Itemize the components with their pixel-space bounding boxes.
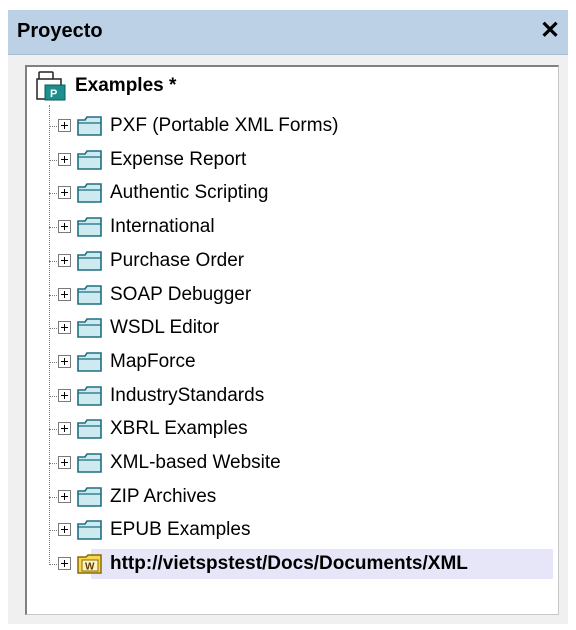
svg-text:P: P [50,88,57,100]
folder-icon [77,182,103,209]
tree-item[interactable]: SOAP Debugger [27,278,547,312]
webdav-folder-icon: W [77,553,103,580]
project-icon: P [35,71,69,106]
tree-item-label: IndustryStandards [110,384,265,406]
expand-plus-icon[interactable] [58,253,71,267]
folder-icon [77,452,103,479]
expand-plus-icon[interactable] [58,186,71,200]
folder-icon [77,486,103,513]
tree-item-label: Purchase Order [110,249,245,271]
tree-item-label: XBRL Examples [110,418,248,440]
expand-plus-icon[interactable] [58,354,71,368]
tree-item[interactable]: Purchase Order [27,244,547,278]
tree-item-label: MapForce [110,350,196,372]
folder-icon [77,351,103,378]
close-icon[interactable]: ✕ [536,16,564,46]
project-window: Proyecto ✕ P Examples * PXF (Portable XM… [8,10,568,624]
tree-item[interactable]: Whttp://vietspstest/Docs/Documents/XML [27,547,553,581]
tree-item[interactable]: Expense Report [27,143,547,177]
expand-plus-icon[interactable] [58,287,71,301]
expand-plus-icon[interactable] [58,557,71,571]
window-title: Proyecto [17,20,103,42]
expand-plus-icon[interactable] [58,456,71,469]
tree-item[interactable]: International [27,210,547,244]
tree-item-label: International [110,216,215,238]
tree-item-label: SOAP Debugger [110,283,252,305]
folder-icon [77,385,103,412]
expand-plus-icon[interactable] [58,388,71,402]
tree-item[interactable]: PXF (Portable XML Forms) [27,109,547,143]
tree-item[interactable]: XBRL Examples [27,412,547,446]
project-tree-panel: P Examples * PXF (Portable XML Forms) Exp… [25,65,559,615]
tree-item[interactable]: MapForce [27,345,547,379]
tree-item-label: http://vietspstest/Docs/Documents/XML [110,553,468,575]
expand-plus-icon[interactable] [58,152,71,166]
folder-icon [77,250,103,277]
expand-plus-icon[interactable] [58,321,71,335]
folder-icon [77,418,103,445]
window-titlebar: Proyecto ✕ [8,10,568,55]
tree-item[interactable]: Authentic Scripting [27,176,547,210]
tree-root-label: Examples * [75,75,177,96]
folder-icon [77,284,103,311]
tree-item[interactable]: WSDL Editor [27,311,547,345]
tree-item-label: Authentic Scripting [110,182,269,204]
tree-item-label: ZIP Archives [110,485,217,507]
folder-icon [77,149,103,176]
tree-item-label: PXF (Portable XML Forms) [110,115,339,136]
expand-plus-icon[interactable] [58,523,71,537]
tree-item-label: Expense Report [110,148,247,170]
tree-item[interactable]: IndustryStandards [27,379,547,413]
expand-plus-icon[interactable] [58,119,71,132]
tree-item[interactable]: XML-based Website [27,446,547,480]
tree-item[interactable]: EPUB Examples [27,513,547,547]
expand-plus-icon[interactable] [58,220,71,234]
tree-item-label: EPUB Examples [110,519,251,541]
folder-icon [77,317,103,344]
tree-item-label: XML-based Website [110,452,281,473]
tree-item[interactable]: ZIP Archives [27,480,547,514]
tree-item-label: WSDL Editor [110,317,220,339]
svg-text:W: W [85,562,95,573]
expand-plus-icon[interactable] [58,489,71,503]
folder-icon [77,216,103,243]
folder-icon [77,115,103,142]
folder-icon [77,519,103,546]
expand-plus-icon[interactable] [58,422,71,436]
